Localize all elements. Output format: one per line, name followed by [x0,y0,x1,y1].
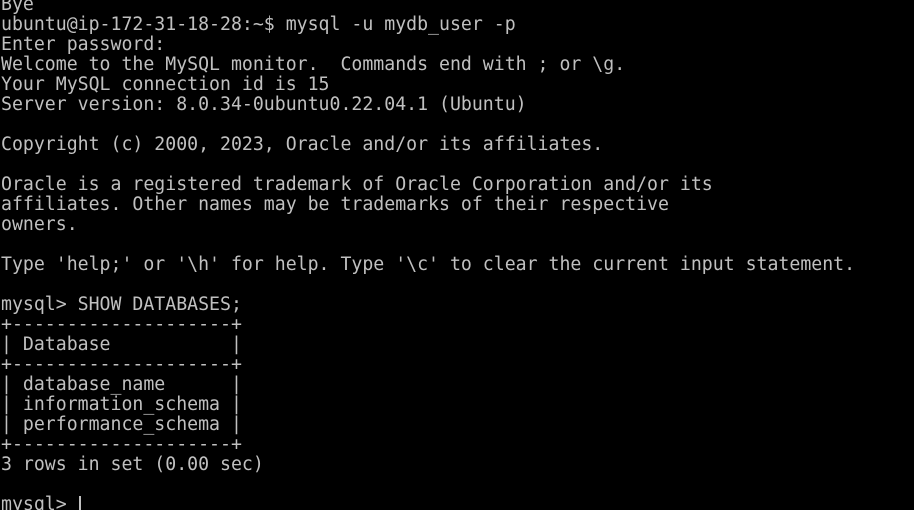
table-row: | database_name | [1,374,242,395]
copyright-line: Copyright (c) 2000, 2023, Oracle and/or … [1,134,604,155]
trademark-line: owners. [1,214,78,235]
server-version-line: Server version: 8.0.34-0ubuntu0.22.04.1 … [1,94,527,115]
result-summary-line: 3 rows in set (0.00 sec) [1,454,264,475]
mysql-prompt: mysql> [1,494,78,510]
table-border-mid: +--------------------+ [1,354,242,375]
previous-output-line: Bye [1,0,34,15]
connection-id-line: Your MySQL connection id is 15 [1,74,330,95]
table-border-bottom: +--------------------+ [1,434,242,455]
table-row: | performance_schema | [1,414,242,435]
help-hint-line: Type 'help;' or '\h' for help. Type '\c'… [1,254,856,275]
terminal-window[interactable]: Bye ubuntu@ip-172-31-18-28:~$ mysql -u m… [1,0,913,510]
table-row: | information_schema | [1,394,242,415]
trademark-line: affiliates. Other names may be trademark… [1,194,669,215]
table-header: | Database | [1,334,242,355]
shell-command-line: ubuntu@ip-172-31-18-28:~$ mysql -u mydb_… [1,14,516,35]
text-cursor [78,496,81,510]
input-line[interactable]: mysql> [1,495,913,510]
table-border-top: +--------------------+ [1,314,242,335]
trademark-line: Oracle is a registered trademark of Orac… [1,174,713,195]
password-prompt-line: Enter password: [1,34,166,55]
query-line: mysql> SHOW DATABASES; [1,294,242,315]
welcome-line: Welcome to the MySQL monitor. Commands e… [1,54,626,75]
